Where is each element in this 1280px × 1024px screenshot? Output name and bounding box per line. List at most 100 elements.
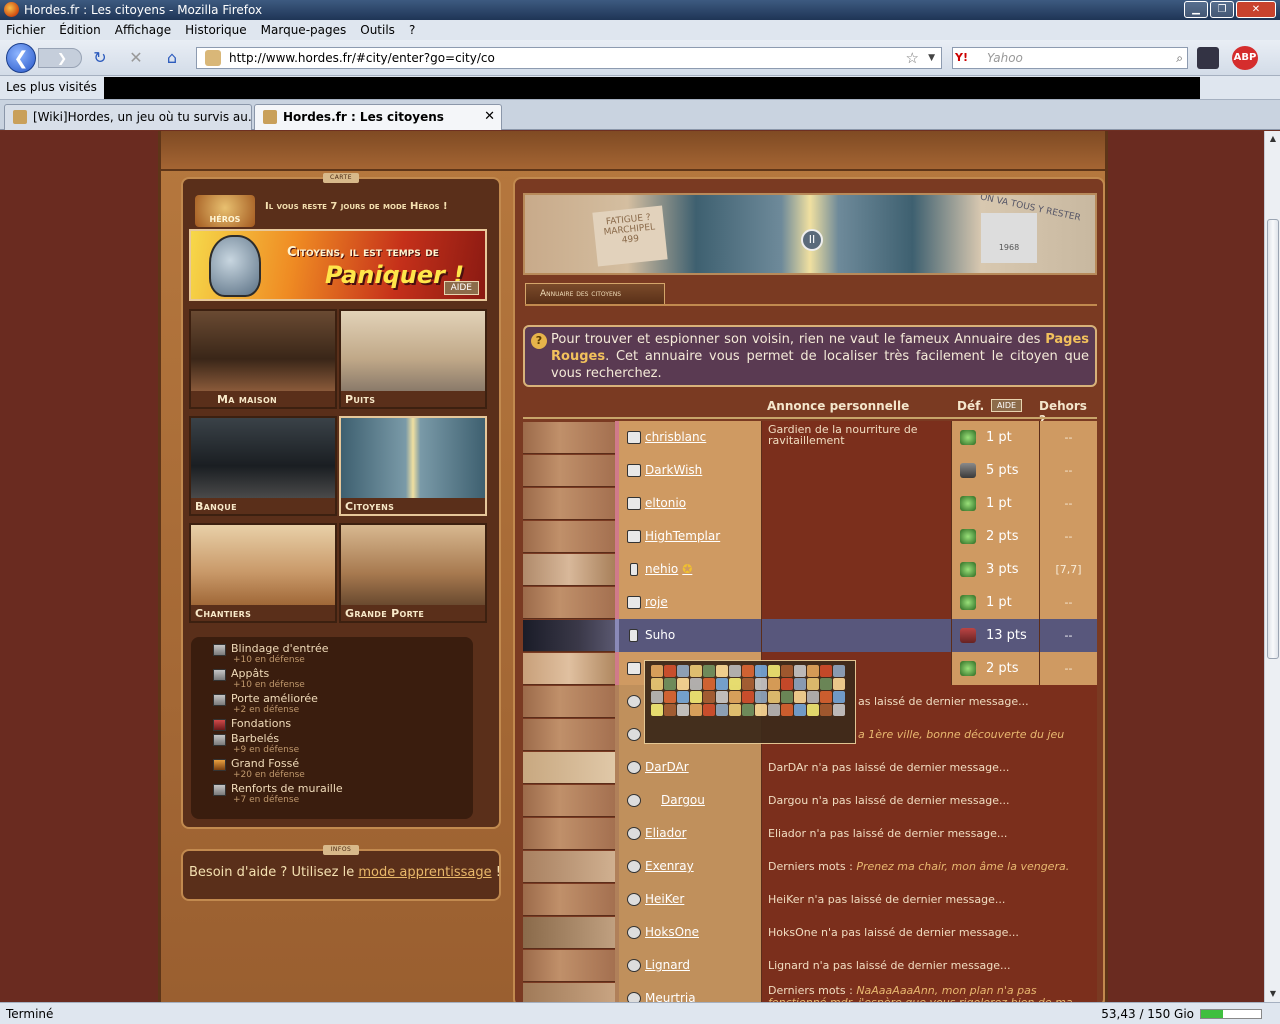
- back-button[interactable]: ❮: [6, 43, 36, 73]
- tutorial-mode-link[interactable]: mode apprentissage: [358, 865, 491, 880]
- table-row[interactable]: eltonio 1 pt --: [523, 487, 1097, 520]
- dead-citizen-link[interactable]: Dargou: [619, 784, 761, 817]
- citizen-defense: 5 pts: [951, 454, 1039, 487]
- dead-citizen-row[interactable]: DarDAr DarDAr n'a pas laissé de dernier …: [523, 751, 1097, 784]
- dead-citizen-row[interactable]: Eliador Eliador n'a pas laissé de dernie…: [523, 817, 1097, 850]
- tab-citoyens[interactable]: Hordes.fr : Les citoyens ✕: [254, 104, 502, 130]
- table-row[interactable]: chrisblanc Gardien de la nourriture de r…: [523, 421, 1097, 454]
- search-engine-icon[interactable]: Y!: [955, 50, 981, 66]
- defense-help-button[interactable]: AIDE: [991, 399, 1023, 412]
- building-item[interactable]: Renforts de muraille +7 en défense: [213, 783, 467, 805]
- stop-icon[interactable]: ✕: [126, 48, 146, 68]
- menu-historique[interactable]: Historique: [185, 23, 247, 37]
- citizen-defense: 1 pt: [951, 487, 1039, 520]
- citizen-name-link[interactable]: DarkWish: [619, 454, 761, 487]
- citizen-name-link[interactable]: Suho: [619, 619, 761, 652]
- inventory-item-icon: [690, 665, 702, 677]
- tile-ma-maison[interactable]: Ma maison: [189, 309, 337, 409]
- inventory-item-icon: [820, 665, 832, 677]
- home-icon[interactable]: ⌂: [162, 48, 182, 68]
- citizen-name-link[interactable]: HighTemplar: [619, 520, 761, 553]
- tile-citoyens[interactable]: Citoyens: [339, 416, 487, 516]
- menu-fichier[interactable]: Fichier: [6, 23, 45, 37]
- table-row[interactable]: roje 1 pt --: [523, 586, 1097, 619]
- dead-citizen-link[interactable]: HeiKer: [619, 883, 761, 916]
- corridor-banner-image: FATIGUE ? MARCHIPEL 499 II 1968 ON VA TO…: [523, 193, 1097, 275]
- close-window-button[interactable]: ✕: [1236, 1, 1276, 18]
- table-row-current-user[interactable]: Suho 13 pts --: [523, 619, 1097, 652]
- panic-banner[interactable]: Citoyens, il est temps de Paniquer ! AID…: [189, 229, 487, 301]
- dead-citizen-link[interactable]: Lignard: [619, 949, 761, 982]
- menu-marque-pages[interactable]: Marque-pages: [261, 23, 347, 37]
- scroll-down-icon[interactable]: ▼: [1266, 986, 1280, 1002]
- building-item[interactable]: Blindage d'entrée +10 en défense: [213, 643, 467, 665]
- search-input[interactable]: Y! Yahoo ⌕: [952, 47, 1188, 69]
- tab-close-icon[interactable]: ✕: [484, 105, 495, 129]
- tab-annuaire[interactable]: Annuaire des citoyens: [525, 283, 665, 305]
- menu-outils[interactable]: Outils: [360, 23, 395, 37]
- table-row[interactable]: HighTemplar 2 pts --: [523, 520, 1097, 553]
- panic-help-button[interactable]: AIDE: [443, 281, 479, 295]
- table-row[interactable]: nehio ✪ 3 pts [7,7]: [523, 553, 1097, 586]
- adblock-icon[interactable]: ABP: [1232, 46, 1258, 70]
- tab-label: Hordes.fr : Les citoyens: [283, 110, 444, 124]
- menu-bar: Fichier Édition Affichage Historique Mar…: [0, 20, 1280, 40]
- citizen-name: nehio: [645, 562, 679, 576]
- defense-icon: [960, 562, 976, 577]
- dead-citizen-row[interactable]: Meurtria Derniers mots : NaAaaAaaAnn, mo…: [523, 982, 1097, 1002]
- url-bar[interactable]: http://www.hordes.fr/#city/enter?go=city…: [196, 47, 942, 69]
- tile-grande-porte[interactable]: Grande Porte: [339, 523, 487, 623]
- vertical-scrollbar[interactable]: ▲ ▼: [1264, 131, 1280, 1002]
- minimize-button[interactable]: ▁: [1184, 1, 1208, 18]
- citizen-name-link[interactable]: nehio ✪: [619, 553, 761, 586]
- search-icon[interactable]: ⌕: [1176, 48, 1183, 68]
- dead-citizen-row[interactable]: HoksOne HoksOne n'a pas laissé de dernie…: [523, 916, 1097, 949]
- forward-button[interactable]: ❯: [38, 48, 82, 68]
- tab-wiki[interactable]: [Wiki]Hordes, un jeu où tu survis au...: [4, 104, 252, 130]
- tile-banque[interactable]: Banque: [189, 416, 337, 516]
- tile-chantiers[interactable]: Chantiers: [189, 523, 337, 623]
- dead-citizen-link[interactable]: Meurtria: [619, 982, 761, 1002]
- menu-edition[interactable]: Édition: [59, 23, 101, 37]
- scroll-thumb[interactable]: [1267, 219, 1279, 659]
- building-item[interactable]: Grand Fossé +20 en défense: [213, 758, 467, 780]
- bookmark-most-visited[interactable]: Les plus visités: [6, 80, 97, 94]
- hint-icon: ?: [531, 333, 547, 349]
- dead-citizen-row[interactable]: HeiKer HeiKer n'a pas laissé de dernier …: [523, 883, 1097, 916]
- building-item[interactable]: Porte améliorée +2 en défense: [213, 693, 467, 715]
- reload-icon[interactable]: ↻: [90, 48, 110, 68]
- url-dropdown-icon[interactable]: ▼: [928, 48, 935, 68]
- citizen-name-link[interactable]: roje: [619, 586, 761, 619]
- table-row[interactable]: DarkWish 5 pts --: [523, 454, 1097, 487]
- last-words: Derniers mots : Prenez ma chair, mon âme…: [761, 850, 1097, 883]
- scroll-up-icon[interactable]: ▲: [1266, 131, 1280, 147]
- dead-citizen-row[interactable]: Exenray Derniers mots : Prenez ma chair,…: [523, 850, 1097, 883]
- dead-citizen-link[interactable]: Eliador: [619, 817, 761, 850]
- building-item[interactable]: Fondations: [213, 718, 467, 731]
- building-icon: [213, 694, 226, 706]
- building-item[interactable]: Appâts +10 en défense: [213, 668, 467, 690]
- dead-citizen-row[interactable]: Dargou Dargou n'a pas laissé de dernier …: [523, 784, 1097, 817]
- building-item[interactable]: Barbelés +9 en défense: [213, 733, 467, 755]
- avatar: [523, 785, 615, 816]
- dead-citizen-link[interactable]: Exenray: [619, 850, 761, 883]
- avatar: [523, 488, 615, 519]
- menu-affichage[interactable]: Affichage: [115, 23, 171, 37]
- inventory-item-icon: [768, 704, 780, 716]
- tile-puits[interactable]: Puits: [339, 309, 487, 409]
- citizen-status-icon: [627, 497, 641, 510]
- inventory-item-icon: [768, 678, 780, 690]
- dead-citizen-link[interactable]: DarDAr: [619, 751, 761, 784]
- tab-bar: [Wiki]Hordes, un jeu où tu survis au... …: [0, 100, 1280, 220]
- citizen-defense: 13 pts: [951, 619, 1039, 652]
- dead-citizen-link[interactable]: HoksOne: [619, 916, 761, 949]
- bookmark-star-icon[interactable]: ☆: [906, 48, 919, 68]
- citizen-name-link[interactable]: eltonio: [619, 487, 761, 520]
- header-divider: [523, 417, 1097, 419]
- maximize-button[interactable]: ❐: [1210, 1, 1234, 18]
- menu-help[interactable]: ?: [409, 23, 415, 37]
- windows-logo-icon[interactable]: [1197, 47, 1219, 69]
- dead-citizen-row[interactable]: Lignard Lignard n'a pas laissé de dernie…: [523, 949, 1097, 982]
- citizen-name-link[interactable]: chrisblanc: [619, 421, 761, 454]
- last-words: HeiKer n'a pas laissé de dernier message…: [761, 883, 1097, 916]
